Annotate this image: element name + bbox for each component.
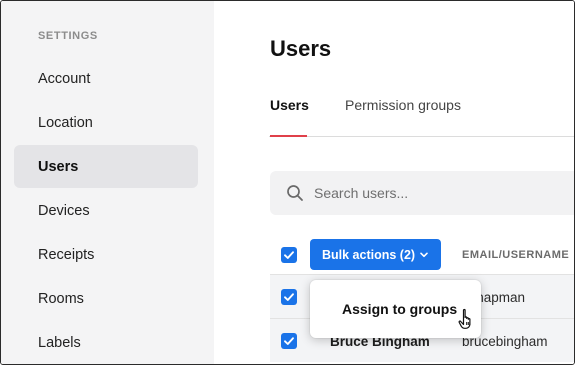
sidebar-item-receipts[interactable]: Receipts [14, 233, 198, 276]
sidebar-item-label: Account [38, 70, 91, 87]
sidebar-item-label: Labels [38, 334, 81, 351]
tab-users[interactable]: Users [270, 97, 309, 137]
column-header-email: EMAIL/USERNAME [462, 249, 570, 261]
tab-label: Users [270, 97, 309, 113]
search-input[interactable] [314, 171, 554, 215]
sidebar-heading: SETTINGS [38, 30, 98, 42]
row-checkbox[interactable] [281, 289, 297, 305]
sidebar-item-labels[interactable]: Labels [14, 321, 198, 364]
sidebar-item-label: Location [38, 114, 93, 131]
sidebar-item-label: Devices [38, 202, 90, 219]
tab-label: Permission groups [345, 97, 461, 113]
settings-sidebar: SETTINGS Account Location Users Devices … [1, 1, 214, 364]
bulk-actions-label: Bulk actions (2) [322, 247, 416, 262]
bulk-actions-menu: Assign to groups [310, 280, 481, 338]
chevron-down-icon [420, 252, 428, 258]
check-icon [284, 337, 294, 345]
hand-cursor-icon [458, 308, 471, 329]
row-checkbox[interactable] [281, 333, 297, 349]
check-icon [284, 293, 294, 301]
sidebar-item-label: Receipts [38, 246, 95, 263]
sidebar-item-account[interactable]: Account [14, 57, 198, 100]
tab-permission-groups[interactable]: Permission groups [345, 97, 461, 137]
main-content: Users Users Permission groups Bulk actio… [214, 1, 574, 364]
app-window: SETTINGS Account Location Users Devices … [0, 0, 575, 365]
sidebar-item-rooms[interactable]: Rooms [14, 277, 198, 320]
search-icon [287, 185, 303, 201]
sidebar-item-users[interactable]: Users [14, 145, 198, 188]
select-all-checkbox[interactable] [281, 247, 297, 263]
check-icon [284, 251, 294, 259]
bulk-actions-button[interactable]: Bulk actions (2) [310, 239, 441, 270]
sidebar-item-label: Users [38, 158, 79, 175]
menu-item-assign-to-groups[interactable]: Assign to groups [342, 301, 457, 317]
search-bar[interactable] [270, 171, 574, 215]
sidebar-item-devices[interactable]: Devices [14, 189, 198, 232]
sidebar-item-label: Rooms [38, 290, 84, 307]
sidebar-item-location[interactable]: Location [14, 101, 198, 144]
active-tab-indicator [270, 135, 307, 137]
page-title: Users [270, 36, 332, 61]
tab-bar: Users Permission groups [269, 97, 574, 137]
